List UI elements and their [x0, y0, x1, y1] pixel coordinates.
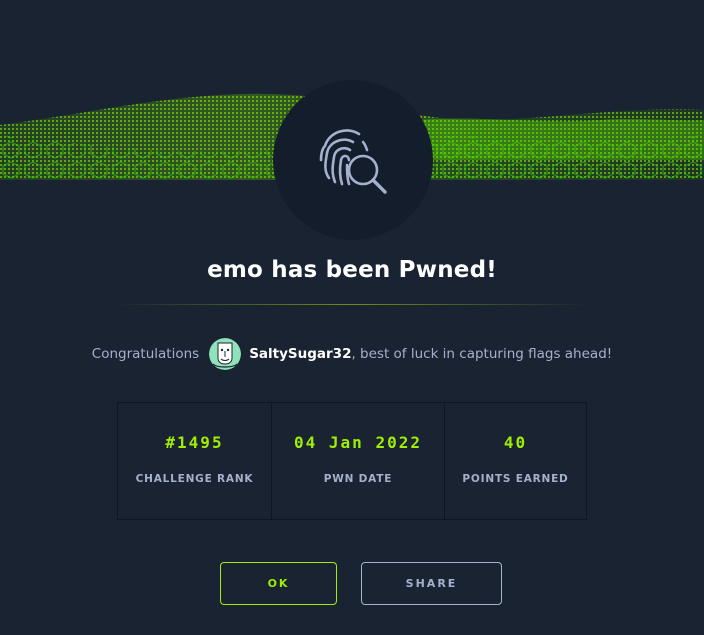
username[interactable]: SaltySugar32	[249, 346, 351, 362]
stat-value: #1495	[165, 433, 224, 452]
fingerprint-search-icon	[319, 129, 387, 194]
stat-label: POINTS EARNED	[462, 473, 569, 485]
congrats-line: Congratulations SaltySugar32 , best of l…	[0, 337, 704, 371]
title-divider	[116, 304, 588, 305]
pwned-dialog: emo has been Pwned! Congratulations Salt…	[0, 0, 704, 635]
stat-pwn-date: 04 Jan 2022 PWN DATE	[272, 403, 445, 519]
congrats-prefix: Congratulations	[91, 346, 200, 362]
stat-value: 40	[503, 433, 528, 452]
stat-value: 04 Jan 2022	[294, 433, 422, 452]
congrats-suffix: , best of luck in capturing flags ahead!	[351, 346, 613, 362]
stat-label: PWN DATE	[323, 473, 393, 485]
stat-label: CHALLENGE RANK	[135, 473, 254, 485]
share-button[interactable]: SHARE	[361, 562, 502, 605]
badge-circle	[273, 80, 433, 240]
ok-button[interactable]: OK	[220, 562, 337, 605]
dialog-title: emo has been Pwned!	[207, 257, 497, 283]
stat-points-earned: 40 POINTS EARNED	[445, 403, 586, 519]
stat-challenge-rank: #1495 CHALLENGE RANK	[118, 403, 272, 519]
user-avatar[interactable]	[209, 338, 242, 370]
stats-panel: #1495 CHALLENGE RANK 04 Jan 2022 PWN DAT…	[117, 402, 587, 520]
